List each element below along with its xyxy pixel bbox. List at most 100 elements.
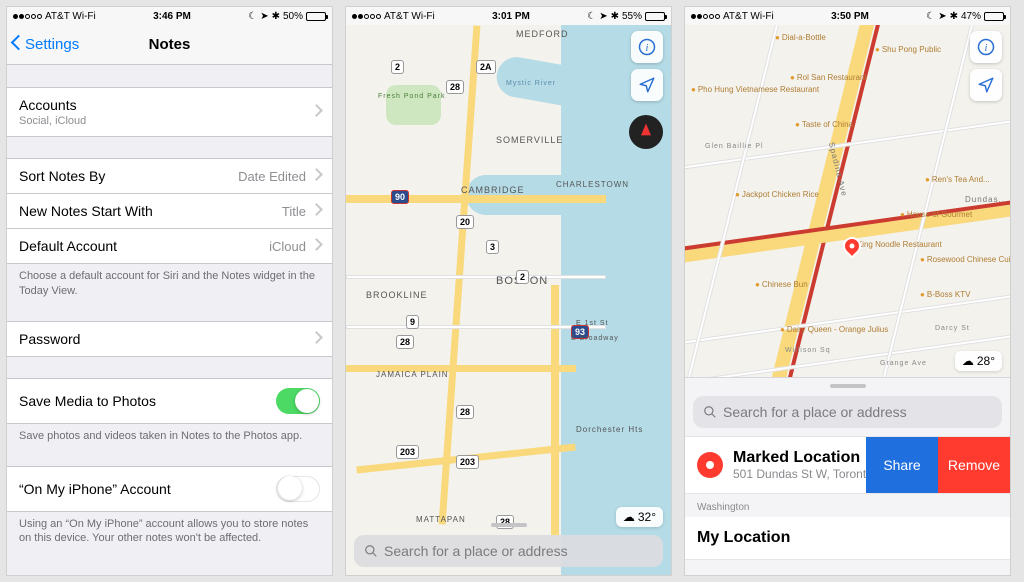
battery-pct: 55% (622, 11, 642, 22)
on-my-iphone-toggle[interactable] (276, 476, 320, 502)
back-label: Settings (25, 36, 79, 53)
weather-pill[interactable]: ☁ 28° (955, 351, 1002, 371)
search-placeholder: Search for a place or address (723, 404, 907, 420)
shield-r28b: 28 (396, 335, 414, 349)
start-with-value: Title (282, 204, 306, 219)
share-button[interactable]: Share (866, 437, 938, 493)
back-button[interactable]: Settings (13, 25, 79, 64)
map-canvas[interactable]: Pho Hung Vietnamese Restaurant Rol San R… (685, 25, 1010, 377)
poi-king-noodle: King Noodle Restaurant (850, 240, 942, 249)
dnd-icon: ☾ (926, 11, 935, 22)
bluetooth-icon: ✱ (950, 11, 958, 22)
battery-icon (984, 12, 1004, 21)
map-info-button[interactable]: i (970, 31, 1002, 63)
chevron-right-icon (312, 333, 320, 345)
shield-i90: 90 (391, 190, 409, 204)
save-media-toggle[interactable] (276, 388, 320, 414)
street-glen-baillie: Glen Baillie Pl (705, 143, 764, 150)
svg-text:i: i (985, 43, 988, 54)
bg-hint-washington: Washington (685, 494, 1010, 517)
clock: 3:01 PM (492, 11, 530, 22)
sheet-handle[interactable] (491, 523, 527, 527)
poi-rol-san: Rol San Restaurant (790, 73, 867, 82)
sort-notes-cell[interactable]: Sort Notes By Date Edited (7, 158, 332, 194)
nav-header: Settings Notes (7, 25, 332, 65)
shield-r9: 9 (406, 315, 419, 329)
dnd-icon: ☾ (248, 11, 257, 22)
maps-bottom-sheet: Search for a place or address Marked Loc… (685, 377, 1010, 575)
map-label-dorchester: Dorchester Hts (576, 425, 643, 434)
map-canvas[interactable]: MEDFORD SOMERVILLE CAMBRIDGE CHARLESTOWN… (346, 25, 671, 575)
map-label-somerville: SOMERVILLE (496, 135, 563, 145)
signal-dots-icon (13, 14, 42, 19)
carrier-label: AT&T Wi-Fi (723, 11, 774, 22)
search-icon (364, 544, 378, 558)
new-notes-start-cell[interactable]: New Notes Start With Title (7, 193, 332, 229)
status-bar: AT&T Wi-Fi 3:50 PM ☾ ➤ ✱ 47% (685, 7, 1010, 25)
status-bar: AT&T Wi-Fi 3:01 PM ☾ ➤ ✱ 55% (346, 7, 671, 25)
default-account-value: iCloud (269, 239, 306, 254)
poi-pho-hung: Pho Hung Vietnamese Restaurant (691, 85, 819, 94)
search-placeholder: Search for a place or address (384, 543, 568, 559)
map-locate-button[interactable] (970, 69, 1002, 101)
map-label-brookline: BROOKLINE (366, 290, 428, 300)
accounts-cell[interactable]: Accounts Social, iCloud (7, 87, 332, 137)
chevron-left-icon (13, 37, 23, 53)
battery-icon (645, 12, 665, 21)
chevron-right-icon (312, 205, 320, 217)
clock: 3:50 PM (831, 11, 869, 22)
map-label-jamaica-plain: JAMAICA PLAIN (376, 370, 449, 379)
remove-button[interactable]: Remove (938, 437, 1010, 493)
bluetooth-icon: ✱ (611, 11, 619, 22)
poi-gourmet: House of Gourmet (900, 210, 972, 219)
shield-r2: 2 (391, 60, 404, 74)
signal-dots-icon (352, 14, 381, 19)
svg-text:i: i (646, 43, 649, 54)
street-dundas: Dundas... (965, 195, 1008, 204)
pin-icon (697, 452, 723, 478)
bluetooth-icon: ✱ (272, 11, 280, 22)
sort-label: Sort Notes By (19, 168, 105, 184)
map-locate-button[interactable] (631, 69, 663, 101)
map-label-fresh-pond: Fresh Pond Park (378, 93, 446, 100)
my-location-label: My Location (697, 529, 790, 546)
marked-location-row[interactable]: Marked Location 501 Dundas St W, Toronto… (685, 436, 1010, 494)
sheet-handle[interactable] (830, 384, 866, 388)
clock: 3:46 PM (153, 11, 191, 22)
poi-rens-tea: Ren's Tea And... (925, 175, 990, 184)
on-my-iphone-footer: Using an “On My iPhone” account allows y… (7, 511, 332, 547)
street-ebroadway: E Broadway (571, 335, 619, 342)
street-darcy: Darcy St (935, 325, 970, 332)
street-grange: Grange Ave (880, 360, 927, 367)
on-my-iphone-label: “On My iPhone” Account (19, 481, 171, 497)
start-with-label: New Notes Start With (19, 203, 153, 219)
street-willison: Willison Sq (785, 347, 831, 354)
default-account-cell[interactable]: Default Account iCloud (7, 228, 332, 264)
my-location-row[interactable]: My Location (685, 517, 1010, 560)
default-account-footer: Choose a default account for Siri and th… (7, 263, 332, 299)
map-search-bar[interactable]: Search for a place or address (693, 396, 1002, 428)
marked-subtitle: 501 Dundas St W, Toronto (733, 467, 873, 481)
save-media-footer: Save photos and videos taken in Notes to… (7, 423, 332, 444)
sort-value: Date Edited (238, 169, 306, 184)
map-search-bar[interactable]: Search for a place or address (354, 535, 663, 567)
map-compass-button[interactable] (629, 115, 663, 149)
shield-r203a: 203 (396, 445, 419, 459)
poi-dairy-queen: Dairy Queen - Orange Julius (780, 325, 888, 334)
map-info-button[interactable]: i (631, 31, 663, 63)
on-my-iphone-cell: “On My iPhone” Account (7, 466, 332, 512)
screen-settings-notes: AT&T Wi-Fi 3:46 PM ☾ ➤ ✱ 50% Settings No… (6, 6, 333, 576)
battery-pct: 50% (283, 11, 303, 22)
street-e1st: E 1st St (576, 320, 609, 327)
chevron-right-icon (312, 106, 320, 118)
page-title: Notes (149, 36, 191, 53)
shield-us20: 20 (456, 215, 474, 229)
shield-r2center: 2 (516, 270, 529, 284)
location-icon: ➤ (599, 11, 607, 22)
password-cell[interactable]: Password (7, 321, 332, 357)
map-label-charlestown: CHARLESTOWN (556, 180, 629, 189)
poi-dial-a-bottle: Dial-a-Bottle (775, 33, 826, 42)
shield-r203b: 203 (456, 455, 479, 469)
carrier-label: AT&T Wi-Fi (384, 11, 435, 22)
location-icon: ➤ (260, 11, 268, 22)
